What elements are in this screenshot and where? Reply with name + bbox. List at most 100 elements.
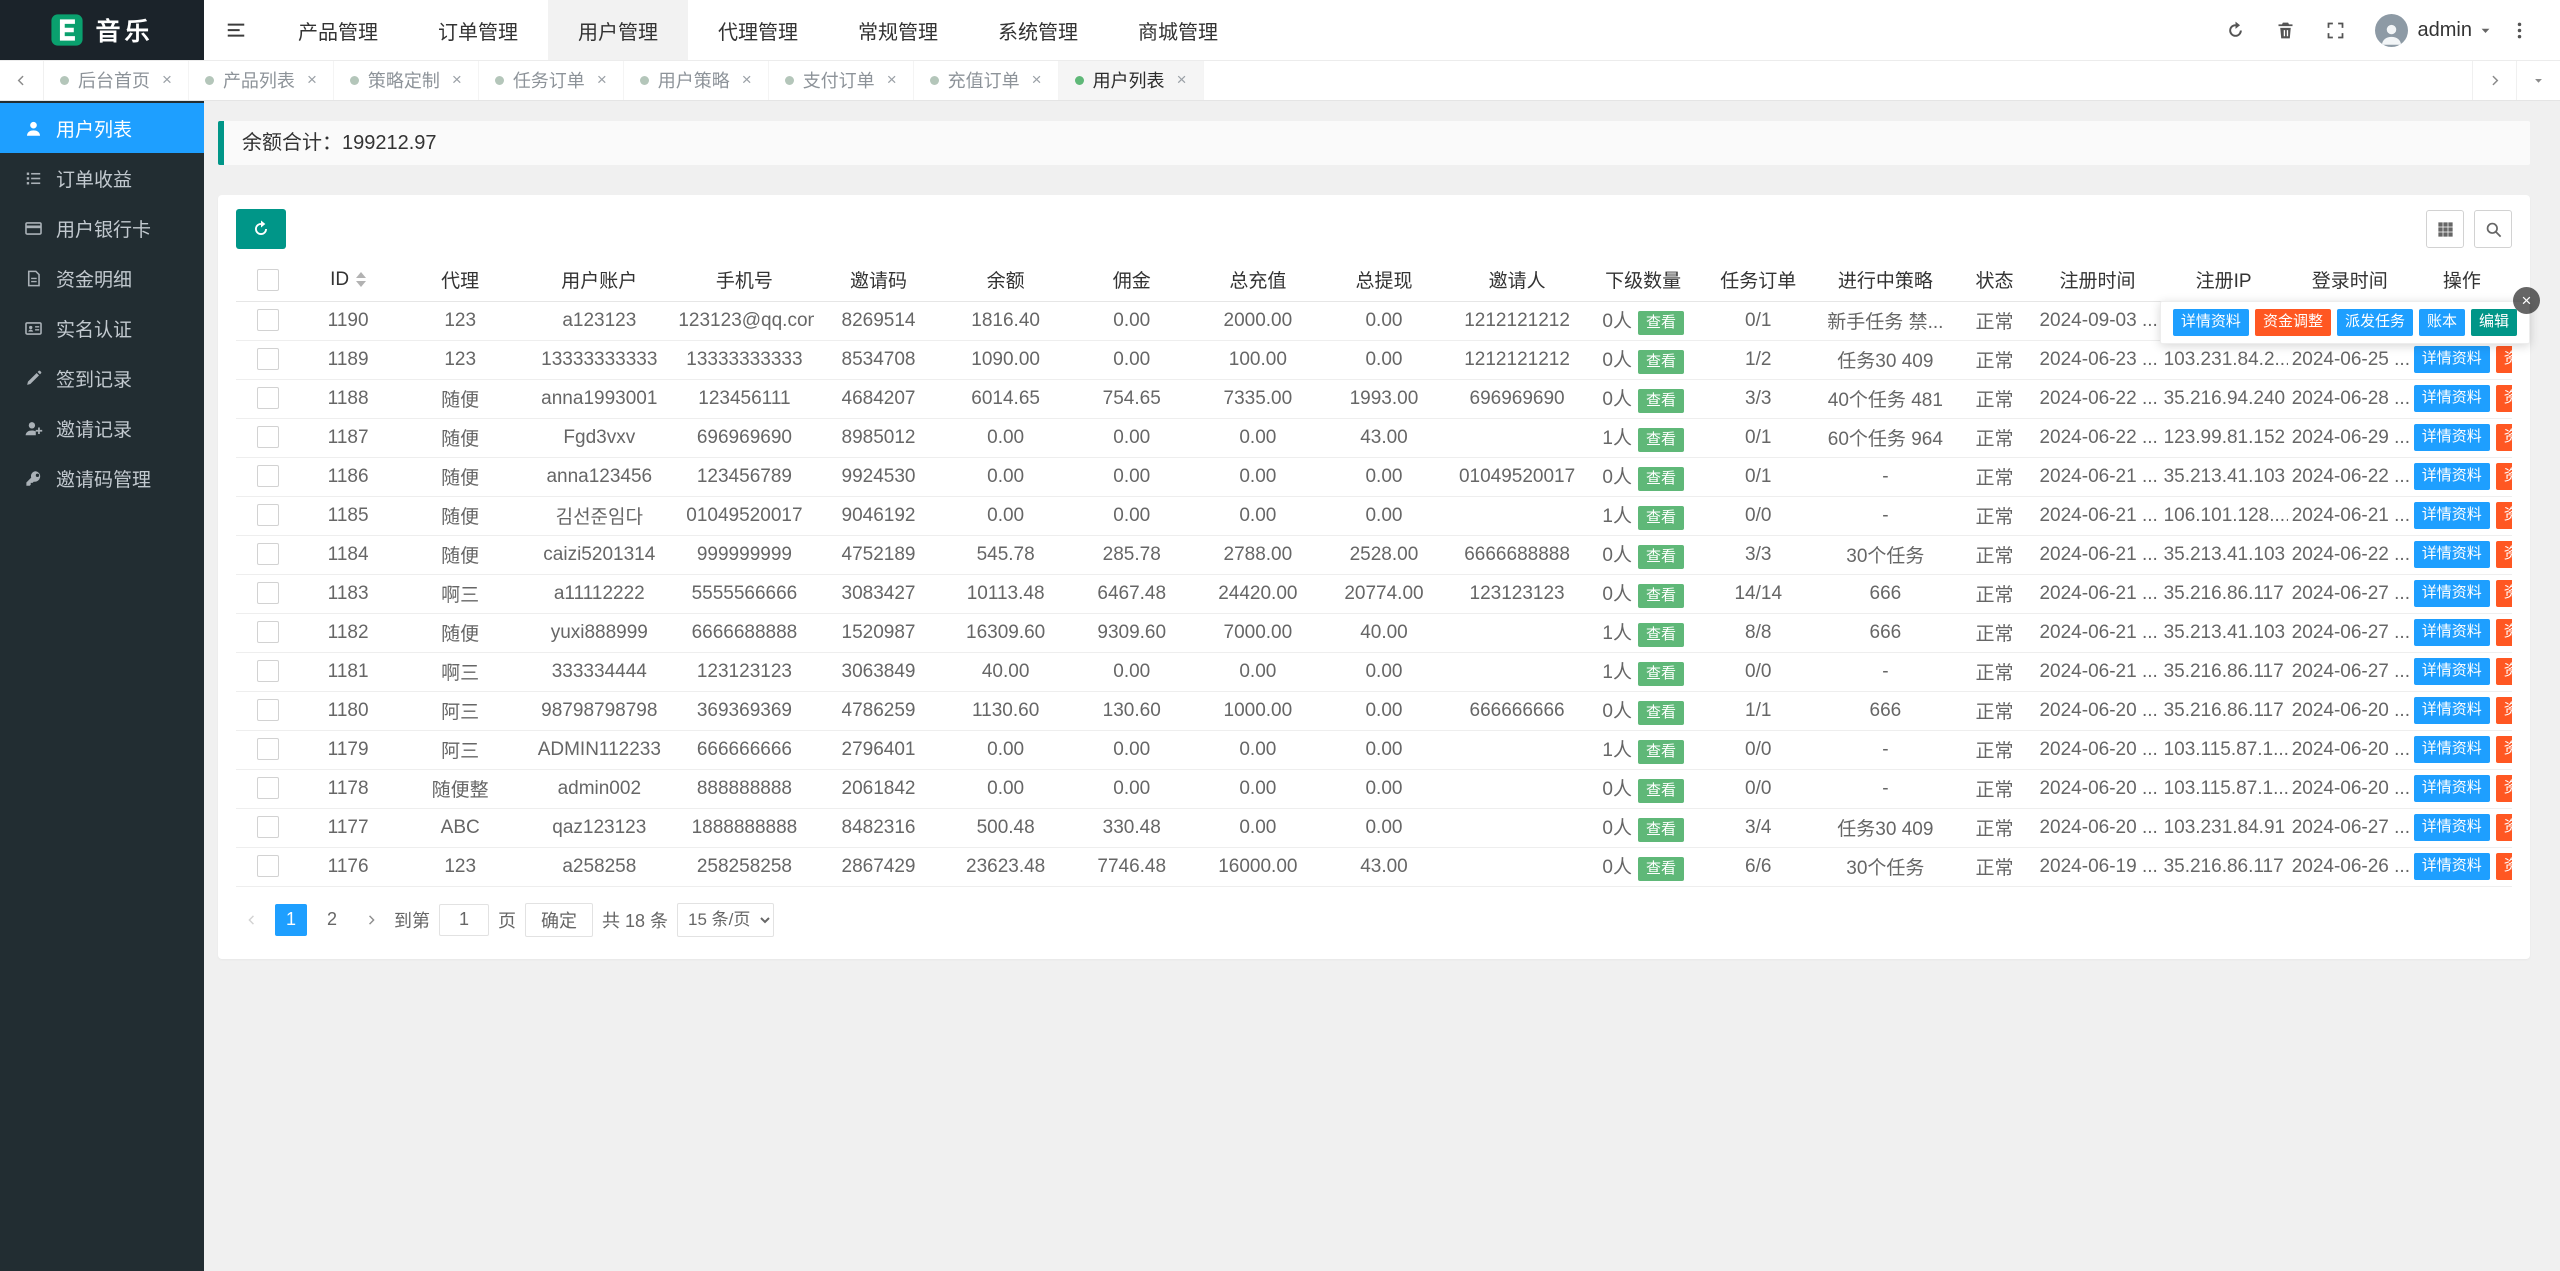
funds-adjust-button[interactable]: 资金调整 bbox=[2496, 619, 2512, 646]
funds-adjust-button[interactable]: 资金调整 bbox=[2496, 775, 2512, 802]
detail-button[interactable]: 详情资料 bbox=[2414, 463, 2490, 490]
topnav-item[interactable]: 常规管理 bbox=[828, 0, 968, 60]
view-button[interactable]: 查看 bbox=[1638, 311, 1684, 335]
goto-page-input[interactable] bbox=[439, 904, 489, 936]
sidebar-item[interactable]: 实名认证 bbox=[0, 303, 204, 353]
tab[interactable]: 策略定制× bbox=[334, 60, 479, 100]
table-refresh-button[interactable] bbox=[236, 209, 286, 249]
funds-adjust-button[interactable]: 资金调整 bbox=[2255, 309, 2331, 336]
detail-button[interactable]: 详情资料 bbox=[2414, 346, 2490, 373]
row-checkbox[interactable] bbox=[257, 699, 279, 721]
funds-adjust-button[interactable]: 资金调整 bbox=[2496, 814, 2512, 841]
tab-operations-icon[interactable] bbox=[2516, 60, 2560, 100]
funds-adjust-button[interactable]: 资金调整 bbox=[2496, 463, 2512, 490]
confirm-button[interactable]: 确定 bbox=[525, 903, 593, 937]
tab[interactable]: 支付订单× bbox=[769, 60, 914, 100]
sidebar-item[interactable]: 邀请码管理 bbox=[0, 453, 204, 503]
view-button[interactable]: 查看 bbox=[1638, 545, 1684, 569]
view-button[interactable]: 查看 bbox=[1638, 428, 1684, 452]
row-checkbox[interactable] bbox=[257, 660, 279, 682]
sidebar-item[interactable]: 订单收益 bbox=[0, 153, 204, 203]
tab-close-icon[interactable]: × bbox=[452, 70, 462, 90]
topnav-item[interactable]: 系统管理 bbox=[968, 0, 1108, 60]
dispatch-task-button[interactable]: 派发任务 bbox=[2337, 309, 2413, 336]
funds-adjust-button[interactable]: 资金调整 bbox=[2496, 658, 2512, 685]
row-checkbox[interactable] bbox=[257, 582, 279, 604]
sidebar-item[interactable]: 签到记录 bbox=[0, 353, 204, 403]
view-button[interactable]: 查看 bbox=[1638, 506, 1684, 530]
ledger-button[interactable]: 账本 bbox=[2419, 309, 2465, 336]
clear-cache-icon[interactable] bbox=[2261, 0, 2311, 60]
tab-close-icon[interactable]: × bbox=[597, 70, 607, 90]
detail-button[interactable]: 详情资料 bbox=[2414, 814, 2490, 841]
sidebar-item[interactable]: 用户银行卡 bbox=[0, 203, 204, 253]
tab-close-icon[interactable]: × bbox=[162, 70, 172, 90]
more-options-icon[interactable] bbox=[2494, 0, 2544, 60]
tab-scroll-right-icon[interactable] bbox=[2472, 60, 2516, 100]
funds-adjust-button[interactable]: 资金调整 bbox=[2496, 736, 2512, 763]
view-button[interactable]: 查看 bbox=[1638, 467, 1684, 491]
row-checkbox[interactable] bbox=[257, 426, 279, 448]
view-button[interactable]: 查看 bbox=[1638, 857, 1684, 881]
tab[interactable]: 后台首页× bbox=[44, 60, 189, 100]
refresh-icon[interactable] bbox=[2211, 0, 2261, 60]
row-checkbox[interactable] bbox=[257, 504, 279, 526]
tab[interactable]: 任务订单× bbox=[479, 60, 624, 100]
funds-adjust-button[interactable]: 资金调整 bbox=[2496, 853, 2512, 880]
topnav-item[interactable]: 产品管理 bbox=[268, 0, 408, 60]
sidebar-item[interactable]: 资金明细 bbox=[0, 253, 204, 303]
view-button[interactable]: 查看 bbox=[1638, 662, 1684, 686]
detail-button[interactable]: 详情资料 bbox=[2414, 853, 2490, 880]
detail-button[interactable]: 详情资料 bbox=[2414, 775, 2490, 802]
view-button[interactable]: 查看 bbox=[1638, 740, 1684, 764]
view-button[interactable]: 查看 bbox=[1638, 818, 1684, 842]
page-number-button[interactable]: 1 bbox=[275, 904, 307, 936]
detail-button[interactable]: 详情资料 bbox=[2414, 385, 2490, 412]
row-checkbox[interactable] bbox=[257, 387, 279, 409]
topnav-item[interactable]: 用户管理 bbox=[548, 0, 688, 60]
detail-button[interactable]: 详情资料 bbox=[2173, 309, 2249, 336]
row-checkbox[interactable] bbox=[257, 348, 279, 370]
detail-button[interactable]: 详情资料 bbox=[2414, 658, 2490, 685]
tab-close-icon[interactable]: × bbox=[1177, 70, 1187, 90]
view-button[interactable]: 查看 bbox=[1638, 350, 1684, 374]
tab-close-icon[interactable]: × bbox=[1032, 70, 1042, 90]
funds-adjust-button[interactable]: 资金调整 bbox=[2496, 580, 2512, 607]
user-menu[interactable]: admin bbox=[2418, 19, 2494, 42]
sidebar-item[interactable]: 邀请记录 bbox=[0, 403, 204, 453]
topnav-item[interactable]: 代理管理 bbox=[688, 0, 828, 60]
funds-adjust-button[interactable]: 资金调整 bbox=[2496, 502, 2512, 529]
tab[interactable]: 产品列表× bbox=[189, 60, 334, 100]
detail-button[interactable]: 详情资料 bbox=[2414, 424, 2490, 451]
sidebar-item[interactable]: 用户列表 bbox=[0, 103, 204, 153]
topnav-item[interactable]: 商城管理 bbox=[1108, 0, 1248, 60]
edit-button[interactable]: 编辑 bbox=[2471, 309, 2517, 336]
view-button[interactable]: 查看 bbox=[1638, 623, 1684, 647]
funds-adjust-button[interactable]: 资金调整 bbox=[2496, 346, 2512, 373]
row-checkbox[interactable] bbox=[257, 309, 279, 331]
tab-close-icon[interactable]: × bbox=[307, 70, 317, 90]
funds-adjust-button[interactable]: 资金调整 bbox=[2496, 424, 2512, 451]
tab[interactable]: 充值订单× bbox=[914, 60, 1059, 100]
row-checkbox[interactable] bbox=[257, 855, 279, 877]
row-checkbox[interactable] bbox=[257, 621, 279, 643]
tab[interactable]: 用户列表× bbox=[1059, 60, 1204, 100]
topnav-item[interactable]: 订单管理 bbox=[408, 0, 548, 60]
row-checkbox[interactable] bbox=[257, 543, 279, 565]
detail-button[interactable]: 详情资料 bbox=[2414, 580, 2490, 607]
row-checkbox[interactable] bbox=[257, 816, 279, 838]
funds-adjust-button[interactable]: 资金调整 bbox=[2496, 541, 2512, 568]
detail-button[interactable]: 详情资料 bbox=[2414, 502, 2490, 529]
detail-button[interactable]: 详情资料 bbox=[2414, 736, 2490, 763]
row-checkbox[interactable] bbox=[257, 465, 279, 487]
row-checkbox[interactable] bbox=[257, 738, 279, 760]
view-button[interactable]: 查看 bbox=[1638, 584, 1684, 608]
detail-button[interactable]: 详情资料 bbox=[2414, 619, 2490, 646]
filter-columns-button[interactable] bbox=[2426, 210, 2464, 248]
select-all-checkbox[interactable] bbox=[257, 269, 279, 291]
tab[interactable]: 用户策略× bbox=[624, 60, 769, 100]
view-button[interactable]: 查看 bbox=[1638, 389, 1684, 413]
next-page-icon[interactable] bbox=[357, 904, 385, 936]
tab-scroll-left-icon[interactable] bbox=[0, 60, 44, 100]
sidebar-toggle-icon[interactable] bbox=[204, 0, 268, 60]
